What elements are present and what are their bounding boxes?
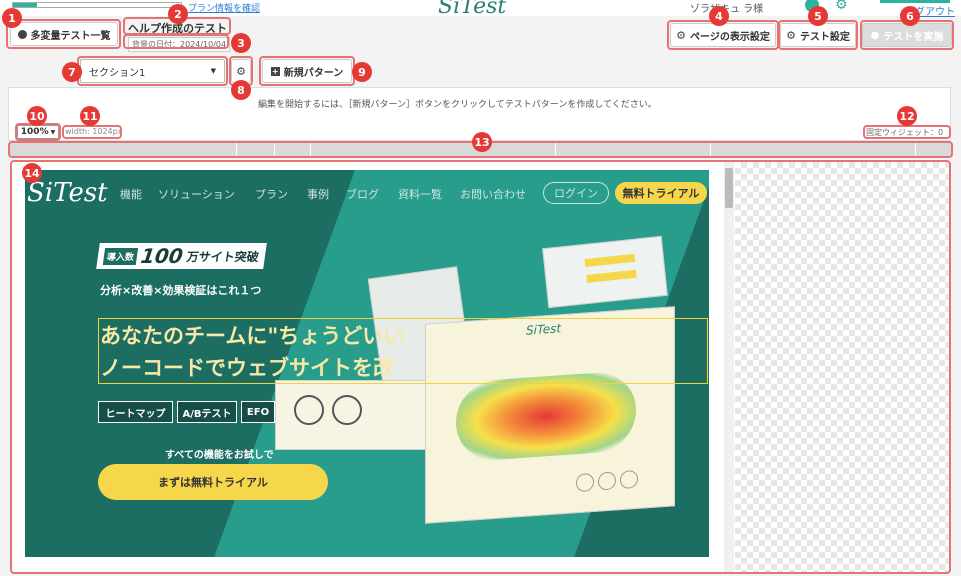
info-message: 編集を開始するには、［新規パターン］ボタンをクリックしてテストパターンを作成して… [258, 100, 657, 110]
badge-11: 11 [80, 106, 100, 126]
highlight-11 [62, 125, 122, 139]
badge-7: 7 [62, 62, 82, 82]
highlight-3 [123, 34, 229, 49]
highlight-7 [77, 56, 228, 86]
plan-usage-bar [12, 2, 182, 8]
badge-1: 1 [2, 8, 22, 28]
highlight-12 [863, 125, 951, 139]
badge-3: 3 [231, 33, 251, 53]
badge-4: 4 [709, 6, 729, 26]
badge-2: 2 [168, 4, 188, 24]
badge-8: 8 [231, 80, 251, 100]
highlight-1 [6, 19, 121, 49]
badge-13: 13 [472, 132, 492, 152]
highlight-14 [10, 160, 951, 574]
badge-9: 9 [352, 62, 372, 82]
badge-6: 6 [900, 6, 920, 26]
badge-10: 10 [27, 106, 47, 126]
highlight-9 [259, 56, 355, 86]
badge-5: 5 [808, 6, 828, 26]
badge-12: 12 [897, 106, 917, 126]
plan-usage-fill [13, 3, 37, 7]
badge-14: 14 [22, 163, 42, 183]
app-logo[interactable]: SiTest [438, 0, 506, 19]
account-gear-icon[interactable]: ⚙ [835, 0, 848, 13]
plan-info-link[interactable]: プラン情報を確認 [188, 1, 260, 14]
